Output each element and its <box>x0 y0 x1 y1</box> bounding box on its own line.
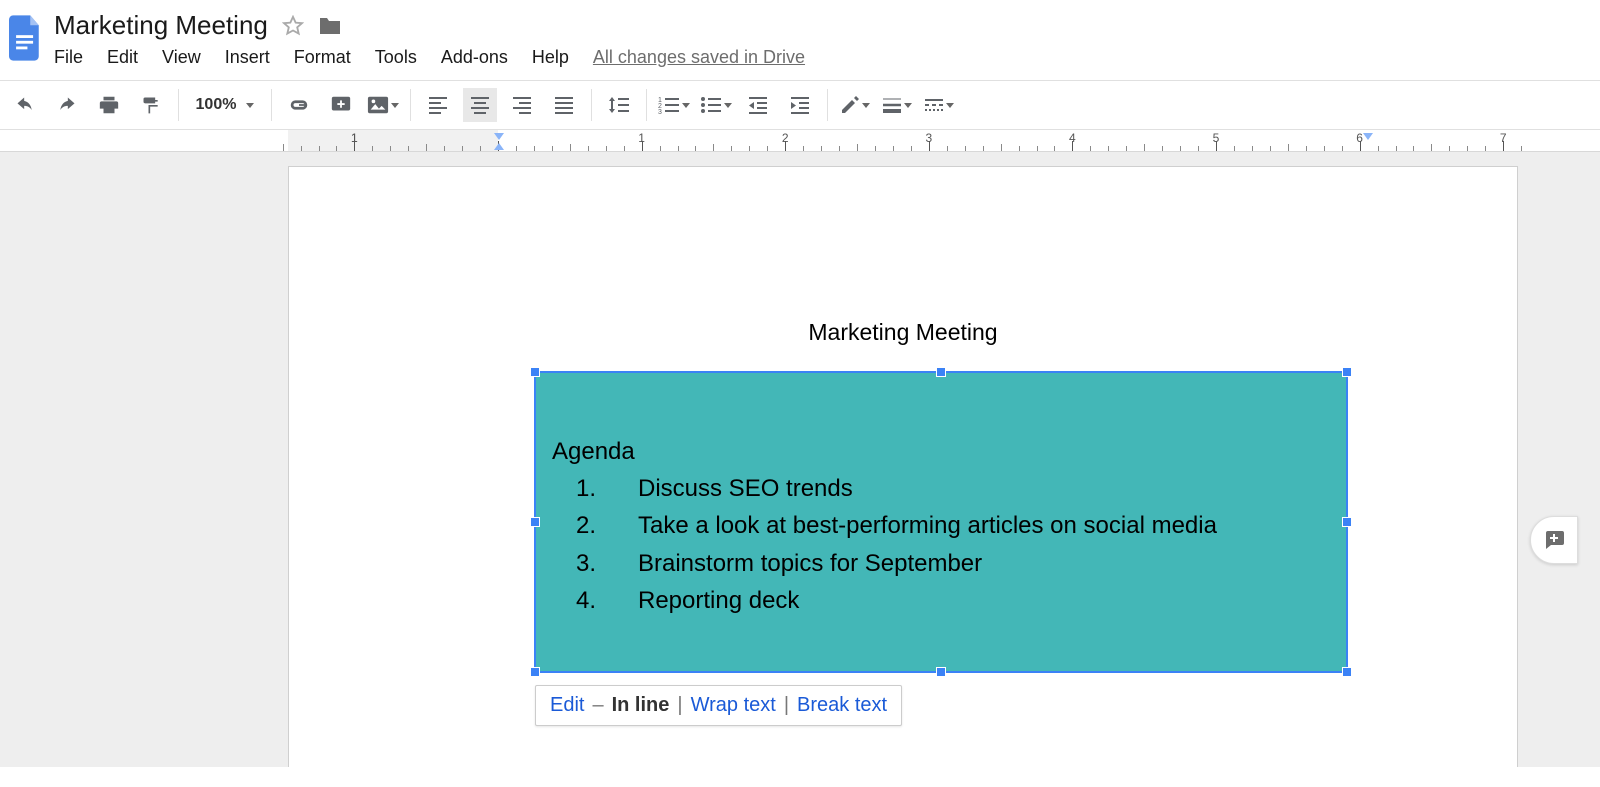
zoom-value: 100% <box>196 96 237 114</box>
page-title[interactable]: Marketing Meeting <box>289 319 1517 346</box>
separator: | <box>784 694 789 717</box>
agenda-item: Brainstorm topics for September <box>638 545 982 582</box>
chevron-down-icon <box>246 103 254 108</box>
border-weight-button[interactable] <box>880 88 914 122</box>
separator: – <box>592 694 603 717</box>
menu-addons[interactable]: Add-ons <box>441 47 508 68</box>
edit-drawing-link[interactable]: Edit <box>550 694 584 717</box>
agenda-item: Reporting deck <box>638 582 799 619</box>
title-area: Marketing Meeting File Edit View Insert … <box>54 10 1592 68</box>
svg-text:3: 3 <box>658 109 662 114</box>
save-status[interactable]: All changes saved in Drive <box>593 47 805 68</box>
document-page[interactable]: Marketing Meeting Agenda 1.Discuss SEO t… <box>288 166 1518 767</box>
align-left-button[interactable] <box>421 88 455 122</box>
zoom-select[interactable]: 100% <box>189 88 261 122</box>
resize-handle-sw[interactable] <box>530 667 540 677</box>
insert-link-button[interactable] <box>282 88 316 122</box>
resize-handle-se[interactable] <box>1342 667 1352 677</box>
paint-format-button[interactable] <box>134 88 168 122</box>
inline-drawing[interactable]: Agenda 1.Discuss SEO trends 2.Take a loo… <box>535 372 1347 672</box>
chevron-down-icon <box>724 103 732 108</box>
menu-edit[interactable]: Edit <box>107 47 138 68</box>
insert-image-button[interactable] <box>366 88 400 122</box>
agenda-item: Take a look at best-performing articles … <box>638 507 1217 544</box>
numbered-list-button[interactable]: 123 <box>657 88 691 122</box>
move-to-folder-icon[interactable] <box>318 15 342 37</box>
menu-format[interactable]: Format <box>294 47 351 68</box>
separator: | <box>677 694 682 717</box>
docs-logo[interactable] <box>8 14 44 62</box>
wrap-mode-break[interactable]: Break text <box>797 694 887 717</box>
document-title[interactable]: Marketing Meeting <box>54 10 268 41</box>
wrap-mode-inline[interactable]: In line <box>612 694 670 717</box>
align-justify-button[interactable] <box>547 88 581 122</box>
agenda-list: 1.Discuss SEO trends 2.Take a look at be… <box>552 470 1330 619</box>
wrap-mode-wrap[interactable]: Wrap text <box>691 694 776 717</box>
redo-button[interactable] <box>50 88 84 122</box>
print-button[interactable] <box>92 88 126 122</box>
chevron-down-icon <box>391 103 399 108</box>
line-spacing-button[interactable] <box>602 88 636 122</box>
chevron-down-icon <box>946 103 954 108</box>
chevron-down-icon <box>682 103 690 108</box>
menu-bar: File Edit View Insert Format Tools Add-o… <box>54 47 1592 68</box>
agenda-heading: Agenda <box>552 433 1330 470</box>
bulleted-list-button[interactable] <box>699 88 733 122</box>
menu-tools[interactable]: Tools <box>375 47 417 68</box>
workspace: 111234567 Marketing Meeting Agenda 1.Dis… <box>0 130 1600 767</box>
menu-help[interactable]: Help <box>532 47 569 68</box>
resize-handle-s[interactable] <box>936 667 946 677</box>
agenda-item: Discuss SEO trends <box>638 470 853 507</box>
drawing-content: Agenda 1.Discuss SEO trends 2.Take a loo… <box>536 373 1346 619</box>
menu-file[interactable]: File <box>54 47 83 68</box>
align-center-button[interactable] <box>463 88 497 122</box>
document-icon <box>9 15 43 61</box>
star-icon[interactable] <box>282 15 304 37</box>
undo-button[interactable] <box>8 88 42 122</box>
horizontal-ruler[interactable]: 111234567 <box>0 130 1600 152</box>
comment-plus-icon <box>1542 528 1566 552</box>
chevron-down-icon <box>904 103 912 108</box>
toolbar: 100% 123 <box>0 80 1600 130</box>
menu-view[interactable]: View <box>162 47 201 68</box>
header: Marketing Meeting File Edit View Insert … <box>0 0 1600 68</box>
menu-insert[interactable]: Insert <box>225 47 270 68</box>
chevron-down-icon <box>862 103 870 108</box>
border-color-button[interactable] <box>838 88 872 122</box>
decrease-indent-button[interactable] <box>741 88 775 122</box>
insert-comment-button[interactable] <box>324 88 358 122</box>
add-comment-button[interactable] <box>1530 516 1578 564</box>
increase-indent-button[interactable] <box>783 88 817 122</box>
border-dash-button[interactable] <box>922 88 956 122</box>
align-right-button[interactable] <box>505 88 539 122</box>
image-options-toolbar: Edit – In line | Wrap text | Break text <box>535 685 902 726</box>
